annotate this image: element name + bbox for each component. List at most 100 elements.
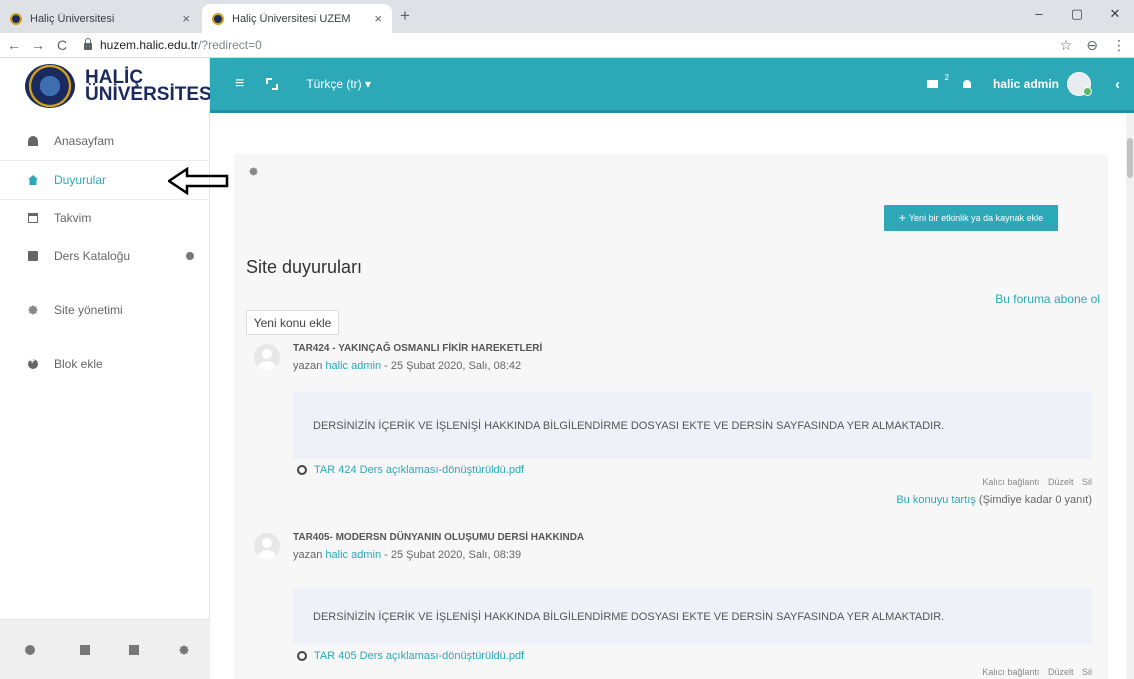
browser-menu-icon[interactable]: ⋮ [1112, 37, 1126, 54]
language-selector[interactable]: Türkçe (tr) ▾ [306, 77, 371, 91]
maximize-button[interactable]: ▢ [1058, 0, 1096, 33]
lock-icon [84, 38, 92, 50]
calendar-icon [28, 213, 38, 223]
site-logo[interactable]: HALİÇ ÜNİVERSİTESİ [0, 58, 217, 113]
pdf-file-icon [297, 465, 307, 475]
delete-link[interactable]: Sil [1082, 667, 1092, 677]
dashboard-icon [28, 136, 38, 146]
top-navbar: ≡ Türkçe (tr) ▾ 2 halic admin ‹ [210, 58, 1134, 113]
bell-icon[interactable] [962, 80, 971, 88]
gear-icon[interactable] [179, 645, 189, 655]
window-controls: – ▢ ✕ [1020, 0, 1134, 33]
logo-text: HALİÇ ÜNİVERSİTESİ [85, 68, 217, 105]
post-subject: TAR424 - YAKINÇAĞ OSMANLI FİKİR HAREKETL… [293, 343, 543, 354]
post-message: DERSİNİZİN İÇERİK VE İŞLENİŞİ HAKKINDA B… [293, 392, 1092, 459]
post-subject: TAR405- MODERSN DÜNYANIN OLUŞUMU DERSİ H… [293, 532, 585, 543]
delete-link[interactable]: Sil [1082, 477, 1092, 487]
permalink-link[interactable]: Kalıcı bağlantı [982, 667, 1039, 677]
sidebar-item-anasayfam[interactable]: Anasayfam [0, 122, 210, 160]
sidebar-item-label: Ders Kataloğu [54, 249, 131, 263]
add-new-topic-button[interactable]: Yeni konu ekle [246, 310, 339, 335]
forum-post: TAR424 - YAKINÇAĞ OSMANLI FİKİR HAREKETL… [254, 343, 1094, 514]
sidebar-item-label: Anasayfam [54, 134, 115, 148]
favicon-icon [10, 12, 22, 25]
sidebar-item-blok-ekle[interactable]: Blok ekle [0, 345, 210, 383]
close-window-button[interactable]: ✕ [1096, 0, 1134, 33]
sidebar-item-label: Blok ekle [54, 357, 103, 371]
tab-title: Haliç Üniversitesi [30, 12, 115, 25]
post-actions: Kalıcı bağlantı Düzelt Sil [976, 477, 1092, 487]
author-link[interactable]: halic admin [325, 360, 381, 372]
chat-icon[interactable] [25, 645, 35, 655]
annotation-arrow-left-icon [168, 167, 229, 195]
attachment-link[interactable]: TAR 424 Ders açıklaması-dönüştürüldü.pdf [297, 464, 524, 476]
permalink-link[interactable]: Kalıcı bağlantı [982, 477, 1039, 487]
pdf-file-icon [297, 651, 307, 661]
minimize-button[interactable]: – [1020, 0, 1058, 33]
attachment-link[interactable]: TAR 405 Ders açıklaması-dönüştürüldü.pdf [297, 650, 524, 662]
sidebar-item-label: Site yönetimi [54, 303, 123, 317]
byline-prefix: yazan [293, 360, 326, 372]
edit-link[interactable]: Düzelt [1048, 667, 1074, 677]
reply-count: (Şimdiye kadar 0 yanıt) [975, 494, 1092, 506]
browser-tab-uzem[interactable]: Haliç Üniversitesi UZEM × [202, 4, 392, 33]
user-menu[interactable]: halic admin [993, 77, 1059, 91]
add-activity-button[interactable]: + Yeni bir etkinlik ya da kaynak ekle [884, 205, 1058, 231]
discuss-topic-link[interactable]: Bu konuyu tartış [896, 494, 976, 506]
sidebar-item-label: Takvim [54, 211, 92, 225]
book-icon [28, 251, 38, 261]
book-icon[interactable] [129, 645, 139, 655]
file-icon[interactable] [80, 645, 90, 655]
byline-prefix: yazan [293, 549, 326, 561]
post-date: - 25 Şubat 2020, Salı, 08:42 [381, 360, 522, 372]
fullscreen-icon[interactable] [266, 78, 279, 90]
profile-icon[interactable]: ⊖ [1086, 37, 1098, 54]
sidebar-item-site-yonetimi[interactable]: Site yönetimi [0, 291, 210, 329]
gear-icon [28, 305, 38, 315]
hamburger-menu-icon[interactable]: ≡ [235, 75, 244, 93]
message-count-badge: 2 [944, 72, 949, 82]
plus-circle-icon [28, 355, 38, 369]
mail-icon[interactable] [926, 80, 938, 88]
add-activity-label: Yeni bir etkinlik ya da kaynak ekle [908, 213, 1044, 223]
gear-icon[interactable] [249, 167, 258, 176]
url-path: /?redirect=0 [198, 38, 262, 52]
edit-link[interactable]: Düzelt [1048, 477, 1074, 487]
favicon-icon [212, 12, 224, 25]
user-area: 2 halic admin ‹ [926, 58, 1120, 110]
post-message: DERSİNİZİN İÇERİK VE İŞLENİŞİ HAKKINDA B… [293, 588, 1092, 645]
university-seal-icon [25, 63, 75, 108]
home-icon [28, 175, 38, 185]
user-avatar-icon [254, 344, 280, 370]
sidebar-item-ders-katalogu[interactable]: Ders Kataloğu [0, 237, 210, 275]
page-title: Site duyuruları [246, 257, 363, 277]
tab-title: Haliç Üniversitesi UZEM [232, 12, 351, 25]
chevron-left-icon[interactable]: ‹ [1115, 76, 1120, 93]
tab-close-icon[interactable]: × [374, 11, 382, 26]
url-field[interactable]: huzem.halic.edu.tr /?redirect=0 [84, 38, 262, 52]
post-byline: yazan halic admin - 25 Şubat 2020, Salı,… [293, 360, 521, 372]
sidebar-footer [0, 619, 210, 679]
sidebar-item-takvim[interactable]: Takvim [0, 199, 210, 237]
avatar[interactable] [1067, 72, 1092, 96]
logo-line-2: ÜNİVERSİTESİ [85, 83, 217, 105]
bookmark-star-icon[interactable]: ☆ [1060, 37, 1073, 54]
sidebar: Anasayfam Duyurular Takvim Ders Kataloğu… [0, 113, 210, 679]
attachment-name: TAR 405 Ders açıklaması-dönüştürüldü.pdf [314, 650, 525, 662]
reload-button[interactable]: C [52, 37, 72, 53]
browser-tab-bar: Haliç Üniversitesi × Haliç Üniversitesi … [0, 0, 1134, 33]
discuss-topic: Bu konuyu tartış (Şimdiye kadar 0 yanıt) [896, 494, 1092, 506]
browser-tab-halic[interactable]: Haliç Üniversitesi × [0, 4, 200, 33]
subscribe-forum-link[interactable]: Bu foruma abone ol [995, 292, 1100, 306]
page-scrollbar[interactable] [1126, 113, 1134, 679]
plus-icon: + [898, 211, 906, 225]
tab-close-icon[interactable]: × [182, 11, 190, 26]
attachment-name: TAR 424 Ders açıklaması-dönüştürüldü.pdf [314, 464, 525, 476]
back-button[interactable]: ← [4, 37, 24, 53]
author-link[interactable]: halic admin [325, 549, 381, 561]
new-tab-button[interactable]: + [400, 6, 410, 26]
url-host: huzem.halic.edu.tr [100, 38, 199, 52]
forward-button[interactable]: → [28, 37, 48, 53]
post-byline: yazan halic admin - 25 Şubat 2020, Salı,… [293, 549, 521, 561]
post-actions: Kalıcı bağlantı Düzelt Sil [976, 667, 1092, 677]
